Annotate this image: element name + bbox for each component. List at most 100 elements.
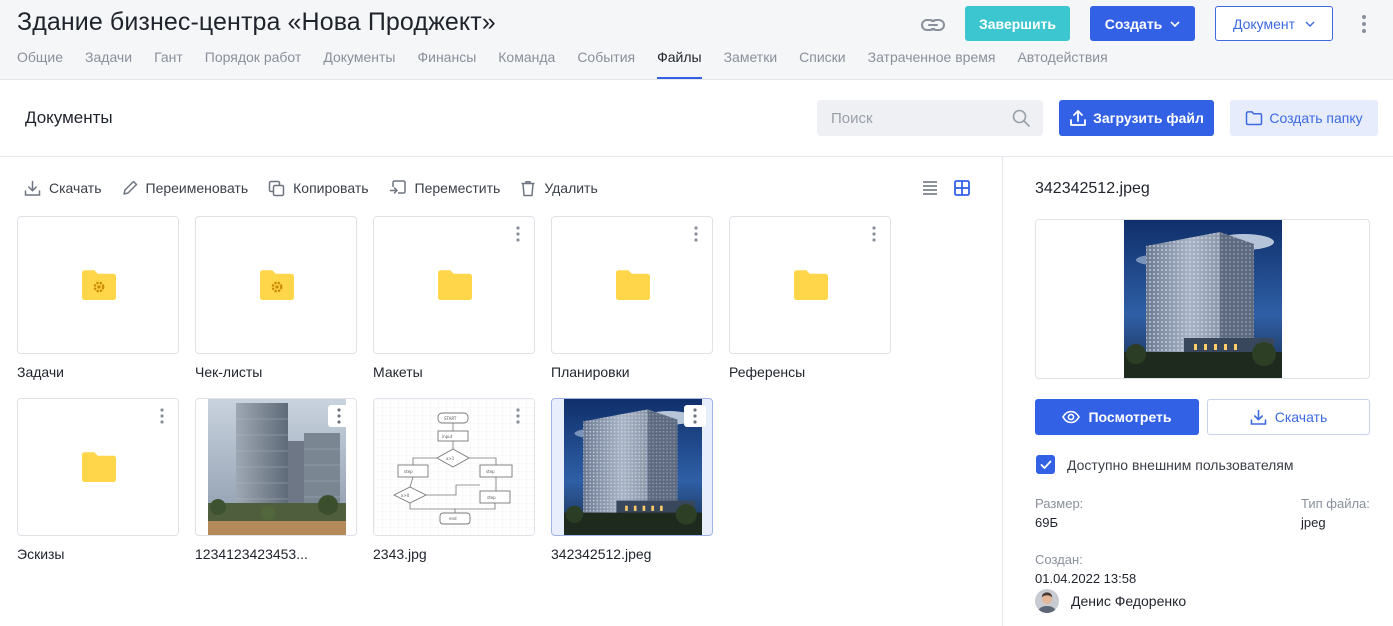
- item-name: 1234123423453...: [195, 546, 308, 562]
- svg-text:step: step: [487, 495, 496, 500]
- folder-card[interactable]: [17, 398, 179, 536]
- finish-button[interactable]: Завершить: [965, 6, 1070, 41]
- file-preview: [1035, 219, 1370, 379]
- tab-events[interactable]: События: [577, 47, 635, 80]
- file-toolbar: Скачать Переименовать Копировать Перемес…: [24, 178, 618, 198]
- download-button[interactable]: Скачать: [1207, 399, 1370, 435]
- file-type-label: Тип файла:: [1301, 496, 1370, 511]
- link-icon[interactable]: [919, 13, 947, 37]
- divider: [0, 156, 1393, 157]
- project-tabs: Общие Задачи Гант Порядок работ Документ…: [17, 47, 1130, 80]
- create-button-label: Создать: [1104, 15, 1163, 32]
- external-access-checkbox[interactable]: [1036, 455, 1055, 474]
- image-card[interactable]: START input x>1 step step x>0 step end: [373, 398, 535, 536]
- search-input[interactable]: [817, 100, 1043, 136]
- create-folder-button[interactable]: Создать папку: [1230, 100, 1378, 136]
- download-action-label: Скачать: [49, 180, 102, 196]
- image-card[interactable]: [551, 398, 713, 536]
- delete-action[interactable]: Удалить: [520, 180, 598, 197]
- chevron-down-icon: [1305, 21, 1315, 27]
- tab-gantt[interactable]: Гант: [154, 47, 183, 80]
- system-folder-icon: [260, 270, 294, 300]
- grid-view-icon[interactable]: [952, 178, 972, 198]
- list-view-icon[interactable]: [920, 178, 940, 198]
- document-dropdown-label: Документ: [1232, 15, 1296, 32]
- more-options-icon[interactable]: [154, 407, 170, 425]
- tab-lists[interactable]: Списки: [799, 47, 845, 80]
- download-action[interactable]: Скачать: [24, 180, 102, 197]
- tab-documents[interactable]: Документы: [323, 47, 395, 80]
- folder-icon: [438, 270, 472, 300]
- image-card[interactable]: [195, 398, 357, 536]
- move-action-label: Переместить: [414, 180, 501, 196]
- size-label: Размер:: [1035, 496, 1084, 511]
- upload-file-button[interactable]: Загрузить файл: [1059, 100, 1214, 136]
- more-options-icon[interactable]: [510, 407, 526, 425]
- more-options-icon[interactable]: [328, 405, 350, 427]
- pencil-icon: [122, 180, 137, 195]
- author-name: Денис Федоренко: [1071, 593, 1187, 609]
- document-dropdown[interactable]: Документ: [1215, 6, 1333, 41]
- create-button[interactable]: Создать: [1090, 6, 1195, 41]
- svg-text:START: START: [444, 416, 457, 421]
- item-name: Эскизы: [17, 546, 65, 562]
- more-options-icon[interactable]: [510, 225, 526, 243]
- preview-image: [1124, 220, 1282, 378]
- more-options-icon[interactable]: [688, 225, 704, 243]
- download-icon: [24, 180, 41, 196]
- download-button-label: Скачать: [1274, 409, 1328, 425]
- created-value: 01.04.2022 13:58: [1035, 571, 1137, 586]
- folder-card[interactable]: [17, 216, 179, 354]
- folder-card[interactable]: [195, 216, 357, 354]
- move-icon: [389, 180, 406, 194]
- svg-text:end: end: [449, 516, 457, 521]
- upload-file-label: Загрузить файл: [1093, 110, 1204, 126]
- folder-card[interactable]: [551, 216, 713, 354]
- tab-time-spent[interactable]: Затраченное время: [868, 47, 996, 80]
- svg-text:x>0: x>0: [401, 493, 410, 498]
- folder-icon: [794, 270, 828, 300]
- rename-action-label: Переименовать: [145, 180, 249, 196]
- tab-team[interactable]: Команда: [498, 47, 555, 80]
- system-folder-icon: [82, 270, 116, 300]
- item-name: Планировки: [551, 364, 630, 380]
- tab-tasks[interactable]: Задачи: [85, 47, 132, 80]
- item-name: 342342512.jpeg: [551, 546, 652, 562]
- more-options-icon[interactable]: [866, 225, 882, 243]
- item-name: Референсы: [729, 364, 806, 380]
- tab-notes[interactable]: Заметки: [724, 47, 778, 80]
- delete-action-label: Удалить: [544, 180, 598, 196]
- download-icon: [1250, 409, 1267, 425]
- item-name: 2343.jpg: [373, 546, 427, 562]
- tab-finance[interactable]: Финансы: [417, 47, 476, 80]
- svg-text:input: input: [442, 434, 453, 439]
- project-header: Здание бизнес-центра «Нова Проджект» Зав…: [0, 0, 1393, 80]
- more-options-icon[interactable]: [1356, 12, 1372, 36]
- view-button-label: Посмотреть: [1088, 409, 1172, 425]
- created-label: Создан:: [1035, 552, 1083, 567]
- size-value: 69Б: [1035, 515, 1058, 530]
- folder-card[interactable]: [373, 216, 535, 354]
- rename-action[interactable]: Переименовать: [122, 180, 249, 196]
- folder-icon: [82, 452, 116, 482]
- folder-card[interactable]: [729, 216, 891, 354]
- tab-automations[interactable]: Автодействия: [1017, 47, 1107, 80]
- avatar: [1035, 589, 1059, 613]
- search-box: [817, 100, 1043, 136]
- copy-action[interactable]: Копировать: [268, 180, 369, 197]
- create-folder-label: Создать папку: [1269, 110, 1363, 126]
- folder-outline-icon: [1246, 111, 1263, 126]
- view-button[interactable]: Посмотреть: [1035, 399, 1199, 435]
- search-icon[interactable]: [1011, 108, 1031, 128]
- tab-files[interactable]: Файлы: [657, 47, 703, 80]
- move-action[interactable]: Переместить: [389, 179, 501, 197]
- divider: [1002, 157, 1003, 626]
- folder-icon: [616, 270, 650, 300]
- selected-file-name: 342342512.jpeg: [1035, 180, 1150, 197]
- svg-text:step: step: [404, 469, 413, 474]
- svg-text:x>1: x>1: [446, 456, 455, 461]
- tab-general[interactable]: Общие: [17, 47, 63, 80]
- tab-work-order[interactable]: Порядок работ: [205, 47, 302, 80]
- copy-icon: [268, 180, 285, 196]
- more-options-icon[interactable]: [684, 405, 706, 427]
